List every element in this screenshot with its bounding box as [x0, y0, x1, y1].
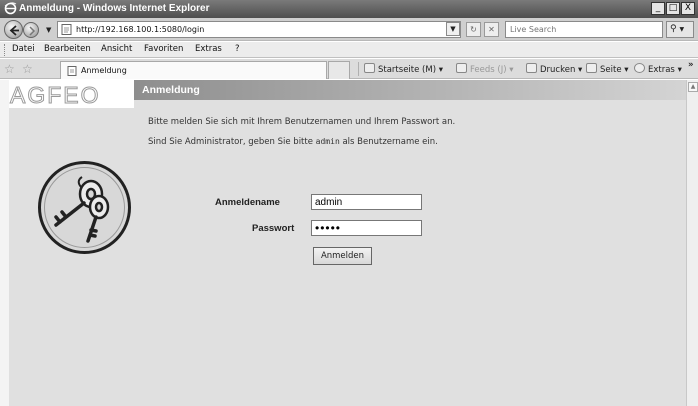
history-dropdown-icon[interactable]: ▼	[46, 26, 51, 34]
url-text[interactable]: http://192.168.100.1:5080/login	[76, 25, 204, 34]
navigation-bar: ▼ http://192.168.100.1:5080/login ▼ ↻ ✕ …	[0, 18, 698, 41]
username-field[interactable]	[311, 194, 422, 210]
menu-favoriten[interactable]: Favoriten	[144, 44, 183, 54]
feeds-icon	[456, 63, 467, 73]
vertical-scrollbar[interactable]: ▲	[686, 80, 698, 406]
internet-explorer-icon	[4, 2, 17, 15]
menu-bearbeiten[interactable]: Bearbeiten	[44, 44, 91, 54]
admin-hint-before: Sind Sie Administrator, geben Sie bitte	[148, 137, 316, 147]
stop-button[interactable]: ✕	[484, 22, 499, 37]
search-field[interactable]	[505, 21, 663, 38]
gear-icon	[634, 63, 645, 73]
password-field[interactable]	[311, 220, 422, 236]
page-content: AGFEO Anmeldung Bitte melden Sie sich mi…	[0, 80, 686, 406]
page-icon	[67, 66, 77, 76]
minimize-button[interactable]: _	[651, 2, 665, 15]
page-menu-icon	[586, 63, 597, 73]
add-favorite-icon[interactable]: ☆	[22, 62, 33, 76]
password-label: Passwort	[252, 223, 295, 234]
back-button[interactable]	[4, 20, 23, 39]
feeds-button[interactable]: Feeds (J) ▾	[456, 63, 514, 75]
feeds-label: Feeds (J)	[470, 65, 507, 75]
tools-menu-label: Extras	[648, 65, 675, 75]
page-menu-label: Seite	[600, 65, 622, 75]
menu-datei[interactable]: Datei	[12, 44, 35, 54]
title-bar: Anmeldung - Windows Internet Explorer _ …	[0, 0, 698, 18]
command-bar: ☆ ☆ Anmeldung Startseite (M) ▾ Feeds (J)…	[0, 59, 698, 79]
tab-label: Anmeldung	[81, 66, 127, 75]
menu-extras[interactable]: Extras	[195, 44, 222, 54]
close-button[interactable]: X	[681, 2, 695, 15]
page-menu-button[interactable]: Seite ▾	[586, 63, 629, 75]
page-icon	[61, 24, 72, 35]
refresh-button[interactable]: ↻	[466, 22, 481, 37]
search-dropdown-icon: ▼	[679, 26, 685, 33]
username-label: Anmeldename	[215, 197, 280, 208]
separator	[358, 62, 359, 76]
home-label: Startseite (M)	[378, 65, 437, 75]
forward-arrow-icon	[29, 26, 36, 36]
home-button[interactable]: Startseite (M) ▾	[364, 63, 443, 75]
intro-text: Bitte melden Sie sich mit Ihrem Benutzer…	[148, 117, 456, 127]
search-icon: ⚲	[670, 24, 677, 34]
menu-ansicht[interactable]: Ansicht	[101, 44, 132, 54]
scroll-up-arrow-icon[interactable]: ▲	[688, 82, 698, 92]
forward-button[interactable]	[23, 22, 39, 38]
address-dropdown-icon[interactable]: ▼	[446, 22, 460, 36]
maximize-button[interactable]: □	[666, 2, 680, 15]
more-commands-chevron-icon[interactable]: »	[688, 60, 694, 70]
favorites-star-icon[interactable]: ☆	[4, 62, 15, 76]
logo-area: AGFEO	[9, 80, 134, 109]
agfeo-logo: AGFEO	[10, 82, 101, 109]
login-button[interactable]: Anmelden	[313, 247, 372, 265]
admin-hint-code: admin	[315, 137, 340, 146]
tab-anmeldung[interactable]: Anmeldung	[60, 61, 327, 79]
page-title: Anmeldung	[142, 84, 200, 96]
new-tab-button[interactable]	[328, 61, 350, 79]
back-arrow-icon	[9, 25, 19, 36]
menu-bar: Datei Bearbeiten Ansicht Favoriten Extra…	[0, 42, 698, 58]
page-header-bar: Anmeldung	[134, 80, 686, 100]
menu-help[interactable]: ?	[235, 44, 240, 54]
search-input[interactable]	[506, 22, 662, 37]
admin-hint-after: als Benutzername ein.	[339, 137, 438, 147]
address-field[interactable]: http://192.168.100.1:5080/login	[57, 21, 461, 38]
print-button[interactable]: Drucken ▾	[526, 63, 582, 75]
printer-icon	[526, 63, 537, 73]
home-icon	[364, 63, 375, 73]
print-label: Drucken	[540, 65, 576, 75]
keys-icon	[38, 161, 131, 254]
admin-hint: Sind Sie Administrator, geben Sie bitte …	[148, 137, 438, 147]
toolbar-grip	[4, 44, 6, 56]
search-button[interactable]: ⚲ ▼	[666, 21, 694, 38]
window-title: Anmeldung - Windows Internet Explorer	[19, 3, 210, 14]
tools-menu-button[interactable]: Extras ▾	[634, 63, 682, 75]
